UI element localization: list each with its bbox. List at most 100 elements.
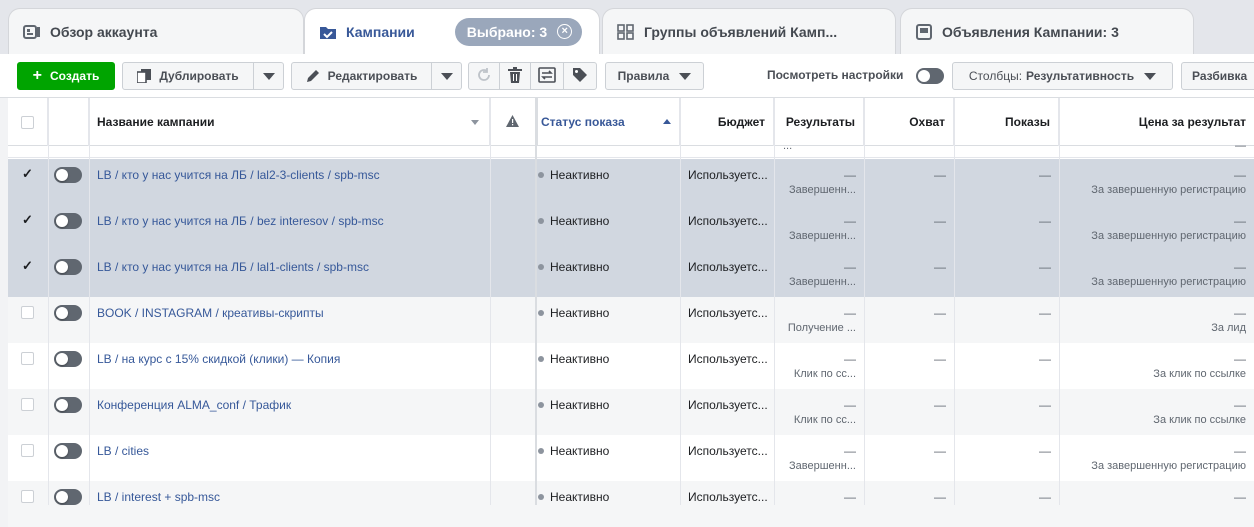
budget-value[interactable]: Используетс... <box>688 260 773 274</box>
create-button[interactable]: + Создать <box>17 62 115 90</box>
campaign-name-link[interactable]: LB / кто у нас учится на ЛБ / lal1-clien… <box>97 260 369 274</box>
table-row[interactable]: LB / cities Неактивно Используетс... — Завер… <box>8 435 1254 481</box>
campaign-name-link[interactable]: LB / cities <box>97 444 149 458</box>
delete-button[interactable] <box>499 62 531 90</box>
budget-value[interactable]: Используетс... <box>688 352 773 366</box>
selected-count-badge[interactable]: Выбрано: 3 × <box>454 17 583 46</box>
view-settings-toggle[interactable] <box>916 68 944 84</box>
duplicate-button[interactable]: Дублировать <box>122 62 254 90</box>
create-label: Создать <box>49 69 100 83</box>
header-cpr-label: Цена за результат <box>1138 115 1246 129</box>
campaign-name-link[interactable]: LB / кто у нас учится на ЛБ / lal2-3-cli… <box>97 168 380 182</box>
header-impressions[interactable]: Показы <box>954 98 1059 146</box>
cpr-type: За завершенную регистрацию <box>1091 276 1246 288</box>
status-text: Неактивно <box>550 260 610 274</box>
campaign-toggle[interactable] <box>54 397 82 413</box>
campaign-name-link[interactable]: Конференция ALMA_conf / Трафик <box>97 398 291 412</box>
header-budget[interactable]: Бюджет <box>680 98 774 146</box>
row-checkbox[interactable]: ✓ <box>21 259 34 273</box>
sort-down-icon[interactable] <box>471 120 479 125</box>
table-row[interactable]: ✓ LB / кто у нас учится на ЛБ / bez inter… <box>8 205 1254 251</box>
row-checkbox[interactable] <box>21 352 34 365</box>
status-text: Неактивно <box>550 444 610 458</box>
tags-button[interactable] <box>563 62 597 90</box>
header-delivery-status[interactable]: Статус показа <box>536 98 680 146</box>
campaign-toggle[interactable] <box>54 443 82 459</box>
row-checkbox[interactable] <box>21 398 34 411</box>
campaign-name-link[interactable]: BOOK / INSTAGRAM / креативы-скрипты <box>97 306 324 320</box>
columns-value: Результативность <box>1026 69 1135 83</box>
status-dot-icon <box>538 355 544 362</box>
delivery-status: Неактивно <box>538 306 609 320</box>
select-all-checkbox[interactable] <box>21 115 34 129</box>
campaign-name-link[interactable]: LB / на курс с 15% скидкой (клики) — Коп… <box>97 352 340 366</box>
refresh-button[interactable] <box>468 62 500 90</box>
tab-label: Группы объявлений Камп... <box>644 23 838 40</box>
row-checkbox[interactable] <box>21 490 34 503</box>
campaign-name-link[interactable]: LB / interest + spb-msc <box>97 490 220 504</box>
cpr-value: — <box>1234 490 1246 504</box>
campaign-toggle[interactable] <box>54 489 82 505</box>
impressions-value: — <box>1039 168 1051 182</box>
campaign-toggle[interactable] <box>54 259 82 275</box>
partial-row: ... — <box>8 140 1254 158</box>
budget-value[interactable]: Используетс... <box>688 168 773 182</box>
duplicate-label: Дублировать <box>159 69 239 83</box>
cpr-value: — <box>1234 214 1246 228</box>
grid-icon <box>617 23 635 40</box>
tab-label: Кампании <box>346 23 415 40</box>
edit-dropdown-button[interactable] <box>431 62 462 90</box>
row-checkbox[interactable]: ✓ <box>21 213 34 227</box>
column-divider <box>680 98 681 505</box>
reach-value: — <box>934 168 946 182</box>
clear-selection-icon[interactable]: × <box>557 24 573 39</box>
tab-ad-sets[interactable]: Группы объявлений Камп... <box>602 8 896 54</box>
header-delivery-warning[interactable] <box>490 98 536 146</box>
header-status-label: Статус показа <box>541 115 625 129</box>
budget-value[interactable]: Используетс... <box>688 490 773 504</box>
chevron-down-icon <box>262 72 275 80</box>
table-row[interactable]: BOOK / INSTAGRAM / креативы-скрипты Неакт… <box>8 297 1254 343</box>
table-row[interactable]: ✓ LB / кто у нас учится на ЛБ / lal1-clie… <box>8 251 1254 297</box>
reach-value: — <box>934 260 946 274</box>
campaign-toggle[interactable] <box>54 167 82 183</box>
edit-button[interactable]: Редактировать <box>291 62 432 90</box>
rules-button[interactable]: Правила <box>605 62 704 90</box>
header-results[interactable]: Результаты <box>774 98 864 146</box>
budget-value[interactable]: Используетс... <box>688 214 773 228</box>
sort-up-icon[interactable] <box>663 119 671 124</box>
ab-test-button[interactable] <box>530 62 564 90</box>
tab-ads[interactable]: Объявления Кампании: 3 <box>900 8 1194 54</box>
row-checkbox[interactable] <box>21 306 34 319</box>
warning-icon <box>506 114 519 130</box>
results-value: — <box>844 260 856 274</box>
table-row[interactable]: LB / interest + spb-msc Неактивно Использу… <box>8 481 1254 527</box>
budget-value[interactable]: Используетс... <box>688 306 773 320</box>
header-select-all-cell <box>8 98 48 146</box>
table-row[interactable]: Конференция ALMA_conf / Трафик Неактивно И… <box>8 389 1254 435</box>
refresh-icon <box>476 67 492 86</box>
campaign-toggle[interactable] <box>54 351 82 367</box>
duplicate-dropdown-button[interactable] <box>253 62 284 90</box>
tab-account-overview[interactable]: Обзор аккаунта <box>8 8 304 54</box>
delivery-status: Неактивно <box>538 444 609 458</box>
header-campaign-name[interactable]: Название кампании <box>89 98 490 146</box>
campaign-toggle[interactable] <box>54 213 82 229</box>
cpr-type: За завершенную регистрацию <box>1091 460 1246 472</box>
breakdown-button[interactable]: Разбивка <box>1181 62 1254 90</box>
row-checkbox[interactable] <box>21 444 34 457</box>
campaign-name-link[interactable]: LB / кто у нас учится на ЛБ / bez intere… <box>97 214 384 228</box>
row-checkbox[interactable]: ✓ <box>21 167 34 181</box>
status-text: Неактивно <box>550 168 610 182</box>
columns-button[interactable]: Столбцы: Результативность <box>952 62 1173 90</box>
campaign-toggle[interactable] <box>54 305 82 321</box>
table-row[interactable]: LB / на курс с 15% скидкой (клики) — Коп… <box>8 343 1254 389</box>
cpr-value: — <box>1234 352 1246 366</box>
cpr-value: — <box>1234 398 1246 412</box>
budget-value[interactable]: Используетс... <box>688 444 773 458</box>
header-reach[interactable]: Охват <box>864 98 954 146</box>
header-cost-per-result[interactable]: Цена за результат <box>1059 98 1254 146</box>
table-row[interactable]: ✓ LB / кто у нас учится на ЛБ / lal2-3-cl… <box>8 159 1254 205</box>
budget-value[interactable]: Используетс... <box>688 398 773 412</box>
tab-campaigns[interactable]: Кампании Выбрано: 3 × <box>304 8 600 54</box>
